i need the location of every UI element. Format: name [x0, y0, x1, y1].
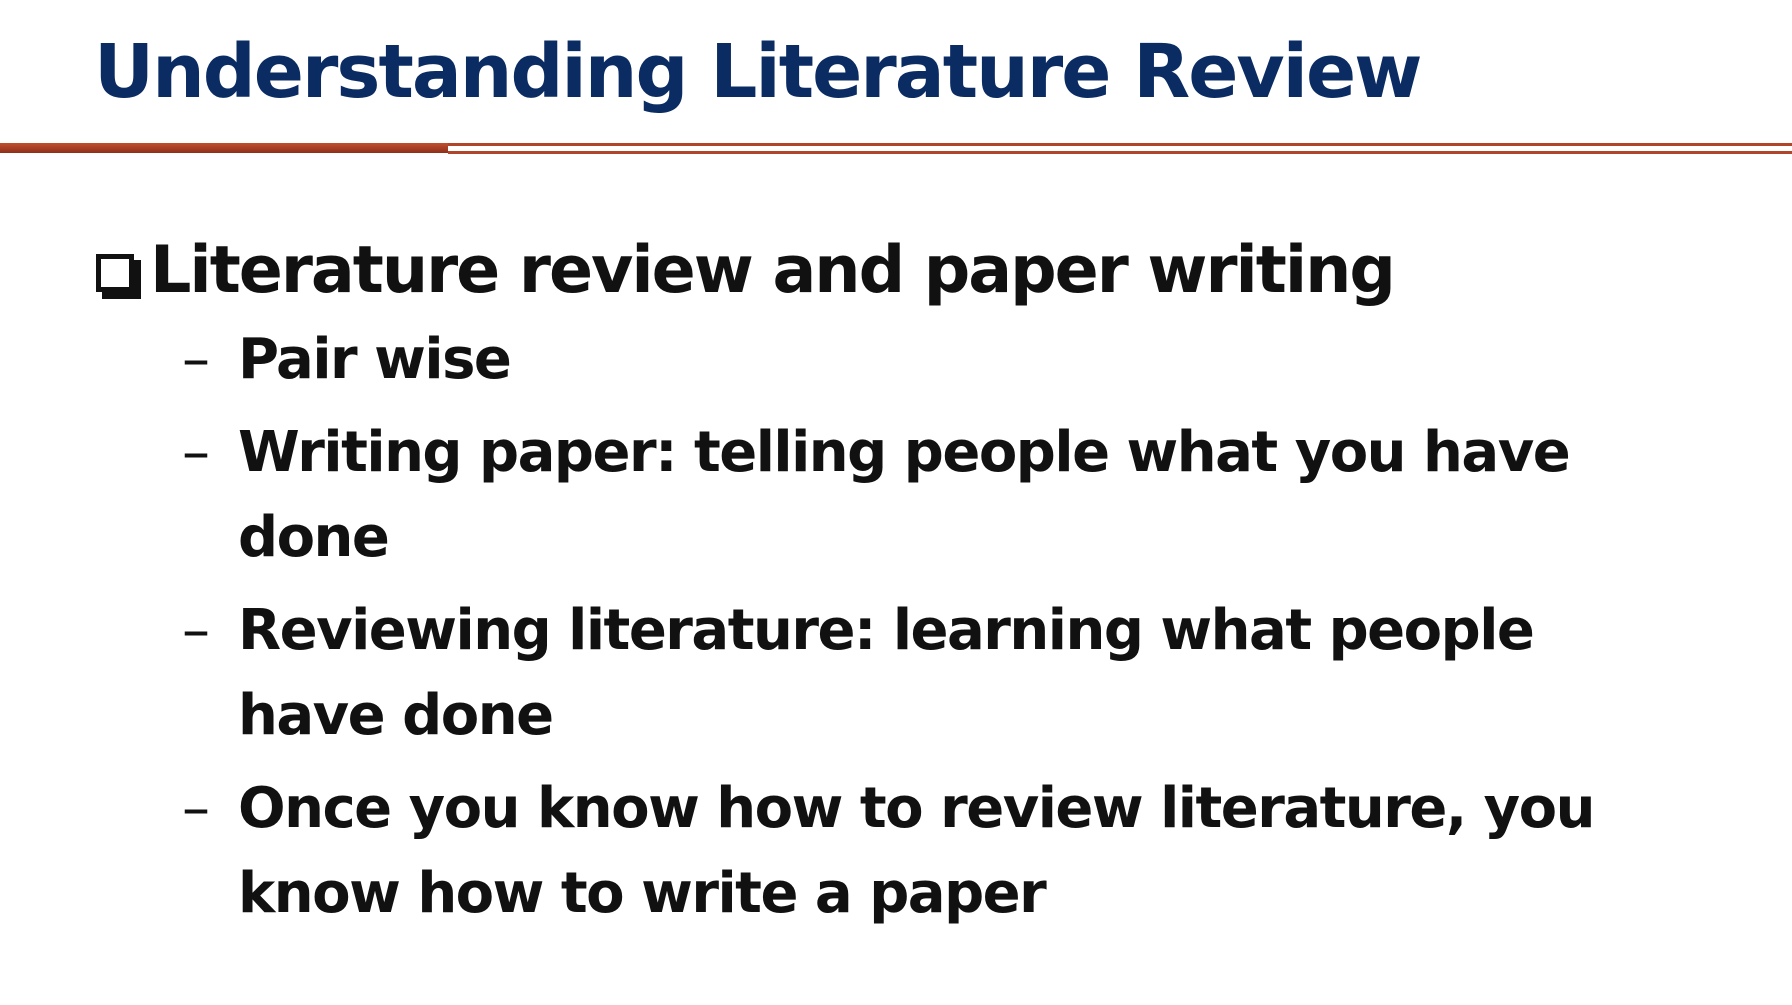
slide-body: Literature review and paper writing – Pa…	[96, 230, 1756, 944]
slide: Understanding Literature Review Literatu…	[0, 0, 1792, 1005]
main-bullet-text: Literature review and paper writing	[150, 233, 1396, 308]
dash-icon: –	[182, 327, 210, 393]
title-divider	[0, 140, 1792, 156]
sub-bullet-text: Once you know how to review literature, …	[238, 776, 1596, 927]
main-bullet: Literature review and paper writing	[96, 230, 1756, 311]
sub-bullet-text: Reviewing literature: learning what peop…	[238, 598, 1535, 749]
dash-icon: –	[182, 598, 210, 664]
dash-icon: –	[182, 776, 210, 842]
checkbox-bullet-icon	[96, 254, 142, 300]
sub-bullet-text: Writing paper: telling people what you h…	[238, 420, 1571, 571]
sub-bullet-item: – Once you know how to review literature…	[182, 766, 1756, 936]
sub-bullet-item: – Writing paper: telling people what you…	[182, 410, 1756, 580]
slide-title: Understanding Literature Review	[94, 29, 1423, 115]
sub-bullet-item: – Pair wise	[182, 317, 1756, 402]
divider-left-bar	[0, 143, 448, 153]
sub-bullet-text: Pair wise	[238, 327, 512, 393]
dash-icon: –	[182, 420, 210, 486]
sub-bullet-list: – Pair wise – Writing paper: telling peo…	[96, 317, 1756, 936]
divider-bottom-line	[448, 151, 1792, 154]
sub-bullet-item: – Reviewing literature: learning what pe…	[182, 588, 1756, 758]
